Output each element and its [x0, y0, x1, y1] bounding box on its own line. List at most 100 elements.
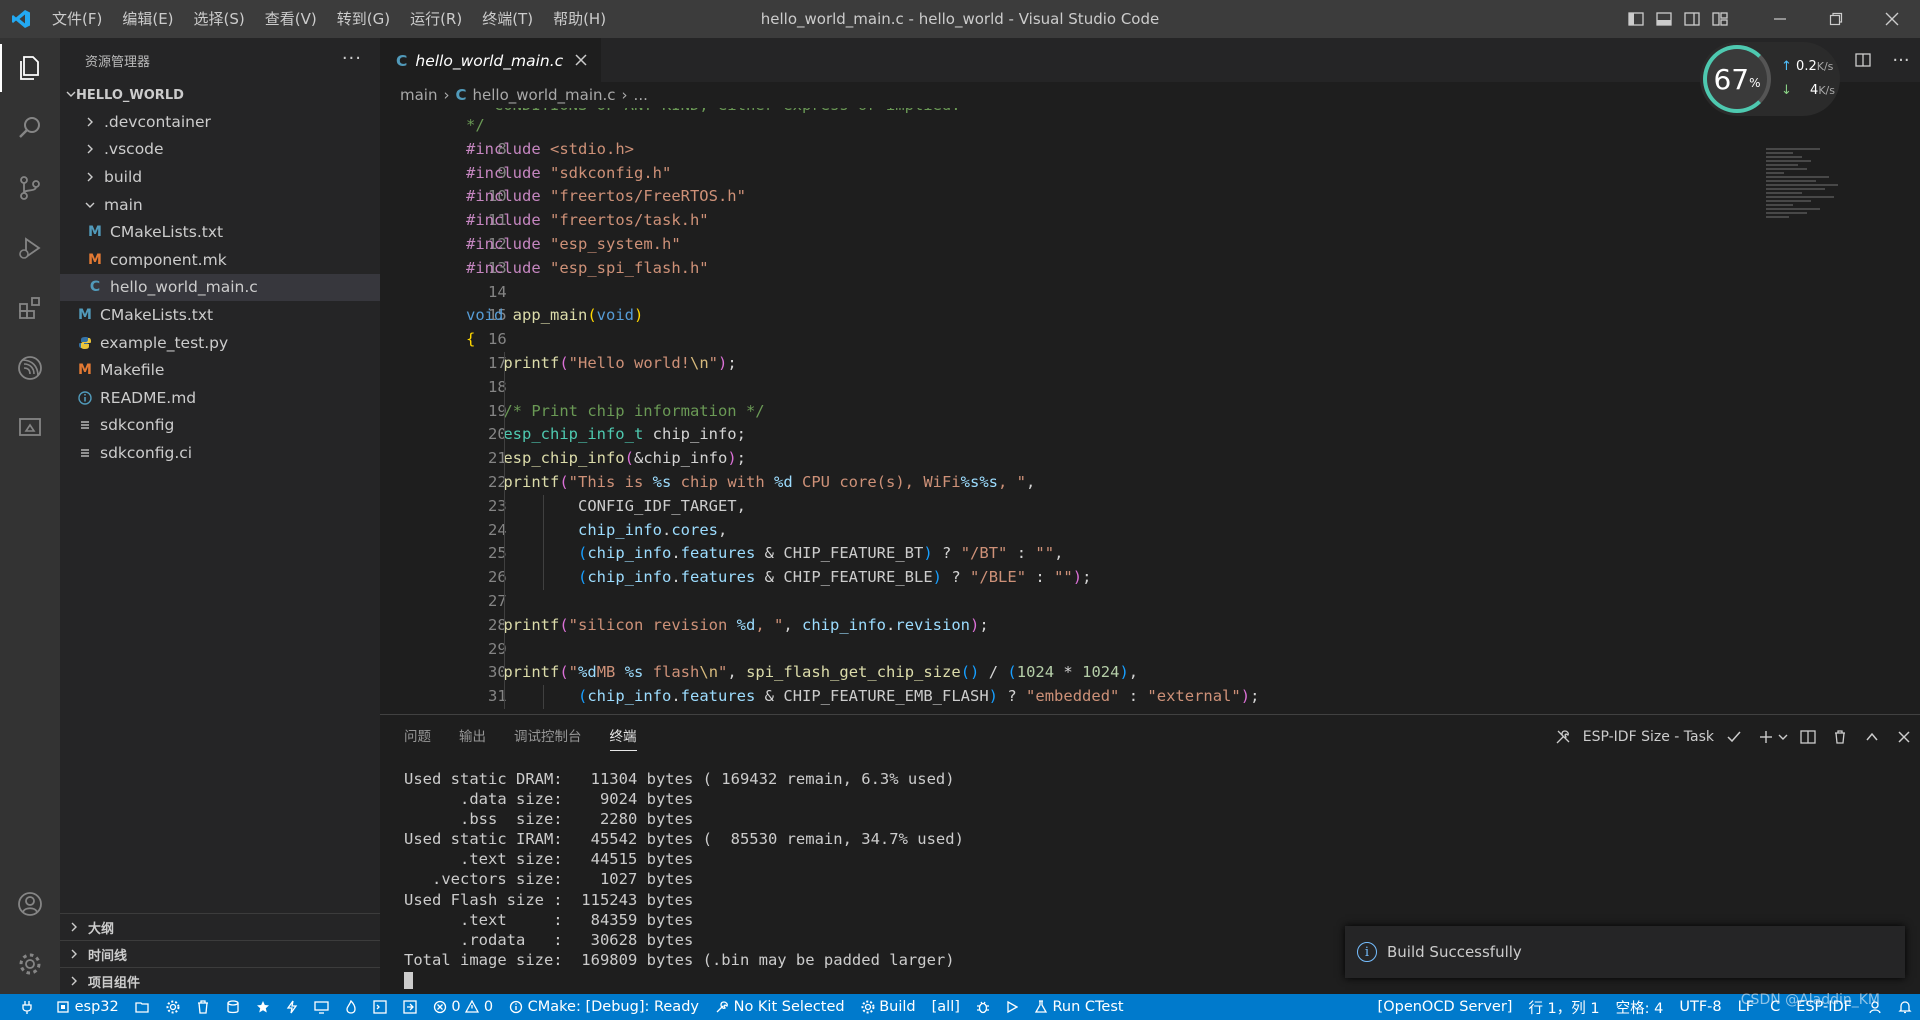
close-tab-icon[interactable] — [575, 52, 587, 70]
customize-layout-icon[interactable] — [1706, 0, 1734, 38]
terminal-task-label[interactable]: ESP-IDF Size - Task — [1583, 729, 1714, 745]
search-icon[interactable] — [0, 98, 60, 158]
code-line: 27 (chip_info.features & CHIP_FEATURE_BL… — [380, 566, 1780, 610]
extensions-icon[interactable] — [0, 278, 60, 338]
tree-item-sdkconfig[interactable]: sdkconfig — [60, 412, 380, 440]
code-editor[interactable]: CONDITIONS OF ANY KIND, either express o… — [380, 108, 1920, 714]
tree-item-readme[interactable]: README.md — [60, 384, 380, 412]
tree-item-component-mk[interactable]: M component.mk — [60, 246, 380, 274]
source-control-icon[interactable] — [0, 158, 60, 218]
system-monitor-widget[interactable]: 67% ↑ 0.2K/s ↓ 4K/s — [1700, 42, 1840, 116]
tab-terminal[interactable]: 终端 — [609, 715, 637, 759]
restore-icon[interactable] — [1808, 0, 1864, 38]
code-text: #include "freertos/task.h" — [466, 211, 709, 230]
tab-debug-console[interactable]: 调试控制台 — [514, 715, 582, 759]
problems-indicator[interactable]: 0 0 — [425, 994, 501, 1020]
minimap[interactable] — [1766, 148, 1856, 238]
star-icon[interactable] — [248, 994, 278, 1020]
tree-item-devcontainer[interactable]: .devcontainer — [60, 108, 380, 136]
remote-explorer-icon[interactable] — [0, 398, 60, 458]
project-folder-header[interactable]: HELLO_WORLD — [60, 82, 380, 108]
menu-edit[interactable]: 编辑(E) — [112, 0, 183, 38]
run-ctest-button[interactable]: Run CTest — [1026, 994, 1132, 1020]
maximize-panel-icon[interactable] — [1856, 715, 1888, 759]
terminal-output[interactable]: Used static DRAM: 11304 bytes ( 169432 r… — [404, 769, 964, 990]
menu-selection[interactable]: 选择(S) — [184, 0, 255, 38]
tree-item-hello-world-main[interactable]: C hello_world_main.c — [60, 273, 380, 302]
menu-go[interactable]: 转到(G) — [327, 0, 400, 38]
cpu-percent: 67 — [1713, 62, 1750, 96]
settings-gear-icon[interactable] — [0, 934, 60, 994]
trash-icon[interactable] — [1824, 715, 1856, 759]
flash-icon[interactable] — [278, 994, 306, 1020]
cmake-file-icon: M — [88, 224, 102, 241]
full-clean-trash-icon[interactable] — [188, 994, 218, 1020]
timeline-section[interactable]: 时间线 — [60, 940, 380, 967]
tree-item-example-test[interactable]: example_test.py — [60, 329, 380, 357]
tree-item-label: .vscode — [104, 140, 164, 159]
notification-toast[interactable]: i Build Successfully — [1345, 926, 1905, 978]
debug-bug-icon[interactable] — [968, 994, 998, 1020]
build-cylinder-icon[interactable] — [218, 994, 248, 1020]
tab-problems[interactable]: 问题 — [404, 715, 431, 759]
more-editor-actions-icon[interactable]: ··· — [1882, 38, 1920, 82]
menu-file[interactable]: 文件(F) — [42, 0, 112, 38]
notifications-bell-icon[interactable] — [1890, 994, 1920, 1020]
build-target-selector[interactable]: [all] — [924, 994, 968, 1020]
outline-section[interactable]: 大纲 — [60, 913, 380, 940]
open-folder-icon[interactable] — [127, 994, 158, 1020]
run-debug-icon[interactable] — [0, 218, 60, 278]
espressif-icon[interactable] — [0, 338, 60, 398]
menu-terminal[interactable]: 终端(T) — [472, 0, 543, 38]
breadcrumb-folder[interactable]: main — [400, 86, 437, 104]
sdkconfig-gear-icon[interactable] — [158, 994, 188, 1020]
terminal-line: Used static IRAM: 45542 bytes ( 85530 re… — [404, 830, 964, 849]
tree-item-main[interactable]: main — [60, 191, 380, 219]
tree-item-vscode[interactable]: .vscode — [60, 136, 380, 164]
toggle-secondary-sidebar-icon[interactable] — [1678, 0, 1706, 38]
notification-message: Build Successfully — [1387, 943, 1522, 961]
chip-selector[interactable]: esp32 — [48, 994, 127, 1020]
remote-plug-icon[interactable] — [0, 994, 48, 1020]
close-panel-icon[interactable] — [1888, 715, 1920, 759]
kit-selector[interactable]: No Kit Selected — [707, 994, 853, 1020]
explorer-icon[interactable] — [0, 38, 60, 98]
minimize-icon[interactable] — [1752, 0, 1808, 38]
tab-output[interactable]: 输出 — [459, 715, 486, 759]
menu-help[interactable]: 帮助(H) — [543, 0, 616, 38]
tab-hello-world-main[interactable]: C hello_world_main.c — [380, 38, 602, 82]
tree-item-sdkconfig-ci[interactable]: sdkconfig.ci — [60, 439, 380, 467]
project-components-section[interactable]: 项目组件 — [60, 967, 380, 994]
toggle-sidebar-icon[interactable] — [1622, 0, 1650, 38]
breadcrumb-symbol[interactable]: ... — [634, 86, 648, 104]
menu-view[interactable]: 查看(V) — [255, 0, 327, 38]
toggle-panel-icon[interactable] — [1650, 0, 1678, 38]
build-flash-monitor-icon[interactable] — [337, 994, 365, 1020]
tree-item-build[interactable]: build — [60, 163, 380, 191]
info-file-icon — [76, 391, 94, 405]
indent-guide — [543, 685, 544, 710]
openocd-server[interactable]: [OpenOCD Server] — [1370, 994, 1521, 1020]
cursor-position[interactable]: 行 1，列 1 — [1520, 994, 1607, 1020]
monitor-icon[interactable] — [306, 994, 337, 1020]
split-editor-icon[interactable] — [1844, 38, 1882, 82]
tree-item-label: sdkconfig — [100, 416, 175, 435]
breadcrumb-file[interactable]: hello_world_main.c — [473, 86, 616, 104]
run-play-icon[interactable] — [998, 994, 1026, 1020]
split-terminal-icon[interactable] — [1792, 715, 1824, 759]
debug-launch-icon[interactable] — [395, 994, 425, 1020]
tree-item-main-cmakelists[interactable]: M CMakeLists.txt — [60, 218, 380, 246]
menu-run[interactable]: 运行(R) — [400, 0, 472, 38]
accounts-icon[interactable] — [0, 874, 60, 934]
cmake-build-button[interactable]: Build — [853, 994, 924, 1020]
indentation[interactable]: 空格: 4 — [1608, 994, 1672, 1020]
tree-item-cmakelists[interactable]: M CMakeLists.txt — [60, 301, 380, 329]
chevron-down-icon[interactable] — [1774, 715, 1792, 759]
editor-area: C hello_world_main.c ··· main › C hello_… — [380, 38, 1920, 714]
terminal-icon[interactable] — [365, 994, 395, 1020]
file-encoding[interactable]: UTF-8 — [1671, 994, 1729, 1020]
more-actions-icon[interactable]: ··· — [342, 48, 362, 69]
cmake-status[interactable]: CMake: [Debug]: Ready — [501, 994, 707, 1020]
close-window-icon[interactable] — [1864, 0, 1920, 38]
tree-item-makefile[interactable]: M Makefile — [60, 356, 380, 384]
